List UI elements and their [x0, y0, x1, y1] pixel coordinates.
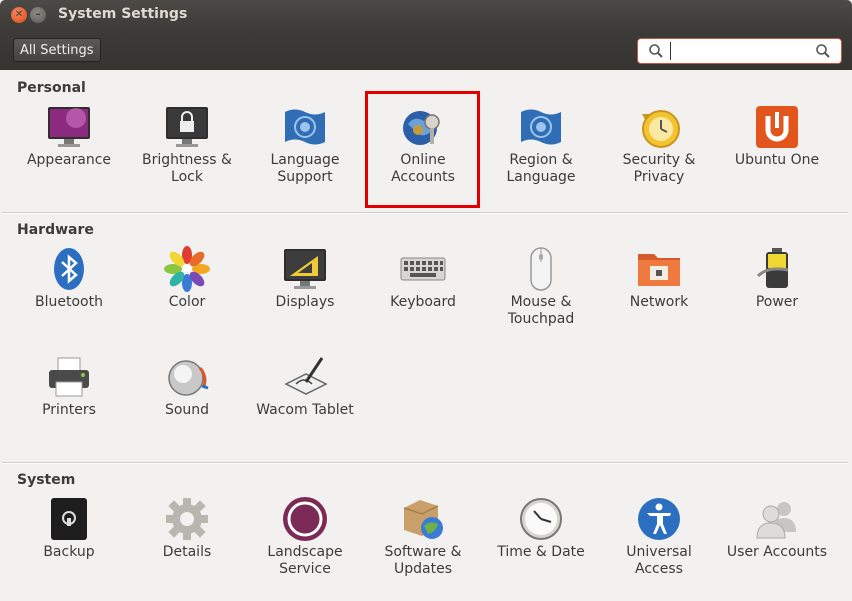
close-window-button[interactable]: ✕	[11, 7, 27, 23]
settings-item-label: Color	[168, 294, 206, 310]
settings-item-label: Wacom Tablet	[256, 402, 354, 418]
settings-item-appearance[interactable]: Appearance	[10, 104, 128, 204]
settings-item-bluetooth[interactable]: Bluetooth	[10, 246, 128, 346]
brightness-lock-icon	[166, 107, 208, 147]
settings-item-time-date[interactable]: Time & Date	[482, 496, 600, 596]
settings-item-language-support[interactable]: Language Support	[246, 104, 364, 204]
settings-item-backup[interactable]: Backup	[10, 496, 128, 596]
settings-item-label: Sound	[164, 402, 210, 418]
settings-item-label: Language Support	[270, 152, 340, 185]
sound-icon	[168, 360, 209, 396]
settings-item-user-accounts[interactable]: User Accounts	[718, 496, 836, 596]
time-date-icon	[520, 498, 562, 540]
minimize-window-button[interactable]: –	[30, 7, 46, 23]
toolbar: All Settings	[0, 30, 852, 70]
printers-icon	[49, 357, 89, 397]
settings-item-brightness-lock[interactable]: Brightness & Lock	[128, 104, 246, 204]
settings-item-label: Printers	[42, 402, 96, 418]
settings-content: Personal Appearance Brightness & Lock La…	[0, 70, 852, 601]
online-accounts-icon	[403, 111, 440, 145]
settings-item-label: User Accounts	[726, 544, 828, 560]
keyboard-icon	[400, 257, 446, 281]
software-updates-icon	[403, 500, 443, 539]
wacom-tablet-icon	[284, 357, 328, 395]
settings-item-wacom-tablet[interactable]: Wacom Tablet	[246, 354, 364, 454]
settings-item-label: Region & Language	[506, 152, 576, 185]
bluetooth-icon	[54, 248, 84, 290]
settings-item-label: Mouse & Touchpad	[507, 294, 575, 327]
settings-item-power[interactable]: Power	[718, 246, 836, 346]
settings-item-landscape-service[interactable]: Landscape Service	[246, 496, 364, 596]
settings-item-label: Universal Access	[626, 544, 692, 577]
landscape-service-icon	[283, 497, 327, 541]
settings-item-label: Details	[162, 544, 212, 560]
security-privacy-icon	[642, 110, 680, 148]
settings-item-label: Backup	[43, 544, 95, 560]
appearance-icon	[48, 107, 90, 147]
title-bar: ✕ – System Settings	[0, 0, 852, 30]
section-title-system: System	[17, 472, 76, 488]
language-support-icon	[285, 109, 325, 145]
settings-item-printers[interactable]: Printers	[10, 354, 128, 454]
settings-item-label: Keyboard	[390, 294, 456, 310]
settings-item-label: Ubuntu One	[734, 152, 820, 168]
mouse-touchpad-icon	[530, 247, 552, 291]
settings-item-security-privacy[interactable]: Security & Privacy	[600, 104, 718, 204]
search-clear-icon[interactable]	[815, 43, 831, 59]
network-icon	[638, 254, 680, 286]
search-input[interactable]	[670, 42, 811, 60]
settings-item-region-language[interactable]: Region & Language	[482, 104, 600, 204]
settings-item-keyboard[interactable]: Keyboard	[364, 246, 482, 346]
settings-item-displays[interactable]: Displays	[246, 246, 364, 346]
settings-item-details[interactable]: Details	[128, 496, 246, 596]
search-box[interactable]	[637, 38, 842, 64]
settings-item-software-updates[interactable]: Software & Updates	[364, 496, 482, 596]
settings-item-universal-access[interactable]: Universal Access	[600, 496, 718, 596]
settings-item-label: Online Accounts	[391, 152, 455, 185]
ubuntu-one-icon	[756, 106, 798, 148]
section-title-personal: Personal	[17, 80, 86, 96]
window-title: System Settings	[58, 6, 188, 22]
search-icon	[649, 44, 663, 58]
displays-icon	[284, 249, 326, 289]
power-icon	[756, 248, 789, 288]
all-settings-button[interactable]: All Settings	[13, 38, 101, 62]
region-language-icon	[521, 109, 561, 145]
settings-item-label: Power	[755, 294, 799, 310]
settings-item-mouse-touchpad[interactable]: Mouse & Touchpad	[482, 246, 600, 346]
settings-item-label: Time & Date	[497, 544, 585, 560]
settings-item-sound[interactable]: Sound	[128, 354, 246, 454]
settings-item-label: Bluetooth	[35, 294, 103, 310]
backup-icon	[51, 498, 87, 540]
universal-access-icon	[638, 498, 680, 540]
settings-item-label: Landscape Service	[267, 544, 343, 577]
settings-item-label: Software & Updates	[384, 544, 462, 577]
section-divider	[2, 462, 848, 464]
settings-item-color[interactable]: Color	[128, 246, 246, 346]
section-title-hardware: Hardware	[17, 222, 94, 238]
settings-item-label: Displays	[275, 294, 335, 310]
section-divider	[2, 212, 848, 214]
settings-item-network[interactable]: Network	[600, 246, 718, 346]
settings-item-ubuntu-one[interactable]: Ubuntu One	[718, 104, 836, 204]
color-icon	[164, 246, 210, 292]
settings-item-label: Appearance	[26, 152, 112, 168]
details-icon	[166, 498, 208, 540]
settings-item-label: Network	[629, 294, 689, 310]
settings-item-label: Security & Privacy	[622, 152, 696, 185]
settings-item-online-accounts[interactable]: Online Accounts	[364, 104, 482, 204]
user-accounts-icon	[756, 502, 796, 539]
settings-item-label: Brightness & Lock	[142, 152, 232, 185]
